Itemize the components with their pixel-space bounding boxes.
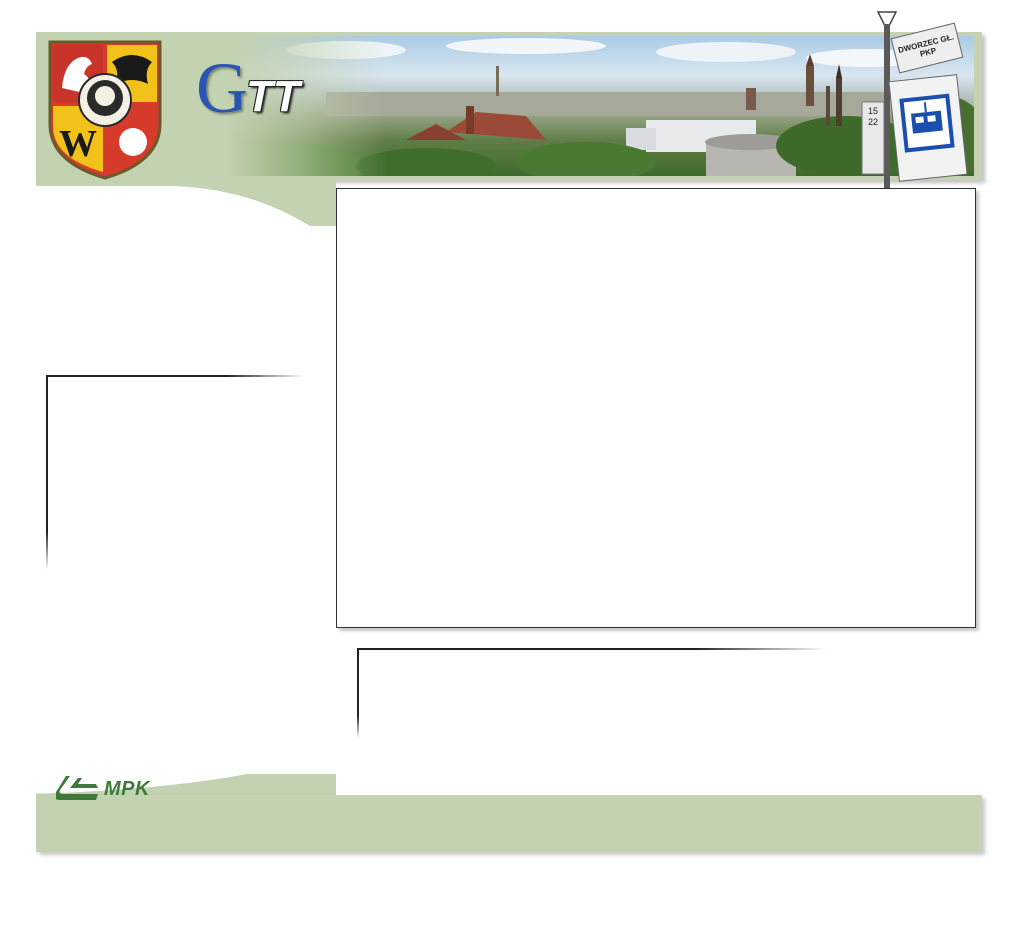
side-panel-top-border <box>46 375 304 377</box>
svg-text:22: 22 <box>868 117 878 127</box>
mpk-mark-icon <box>56 776 98 800</box>
lower-panel <box>357 648 827 738</box>
header-curve <box>36 180 336 226</box>
svg-text:15: 15 <box>868 106 878 116</box>
lower-panel-left-border <box>357 648 359 738</box>
logo-letter-g: G <box>196 48 248 128</box>
side-panel-left-border <box>46 375 48 570</box>
mpk-logo-icon[interactable]: MPK <box>56 772 150 806</box>
logo-letters-tt: TT <box>246 72 300 121</box>
main-content-panel <box>336 188 976 628</box>
crest-letter: W <box>59 123 97 165</box>
header-banner <box>36 32 982 180</box>
side-panel <box>46 375 304 570</box>
footer-bar <box>36 795 982 852</box>
lower-panel-top-border <box>357 648 827 650</box>
coat-of-arms-icon: W <box>48 40 162 180</box>
gtt-logo[interactable]: G TT <box>196 46 300 128</box>
mpk-logo-text: MPK <box>104 777 150 800</box>
